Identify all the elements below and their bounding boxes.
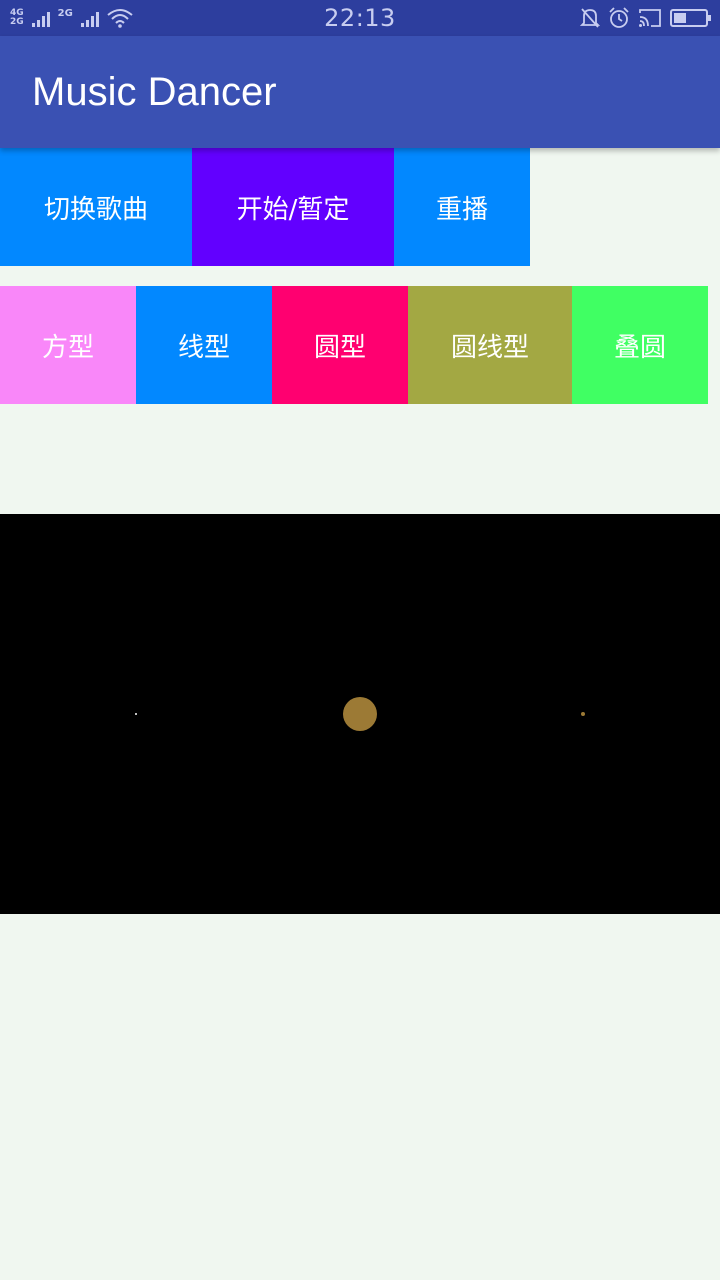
mute-bell-icon: [580, 8, 600, 28]
battery-level: [674, 13, 686, 23]
mode-stacked-circle-button[interactable]: 叠圆: [572, 286, 708, 404]
battery-icon: [670, 9, 711, 27]
mode-circle-line-button[interactable]: 圆线型: [408, 286, 572, 404]
app-title: Music Dancer: [32, 70, 277, 114]
alarm-icon: [609, 7, 629, 28]
visualizer-particle: [581, 712, 585, 716]
cast-icon: [639, 9, 661, 27]
mode-circle-button[interactable]: 圆型: [272, 286, 408, 404]
mode-square-button[interactable]: 方型: [0, 286, 136, 404]
visualizer-orb: [343, 697, 377, 731]
replay-button[interactable]: 重播: [394, 148, 530, 266]
switch-song-button[interactable]: 切换歌曲: [0, 148, 192, 266]
status-bar: 4G 2G 2G 22:13: [0, 0, 720, 36]
visualizer-canvas: [0, 514, 720, 914]
mode-line-button[interactable]: 线型: [136, 286, 272, 404]
play-pause-button[interactable]: 开始/暂定: [192, 148, 394, 266]
app-bar: Music Dancer: [0, 36, 720, 148]
visualizer-particle: [135, 713, 137, 715]
status-right-group: [580, 6, 711, 30]
